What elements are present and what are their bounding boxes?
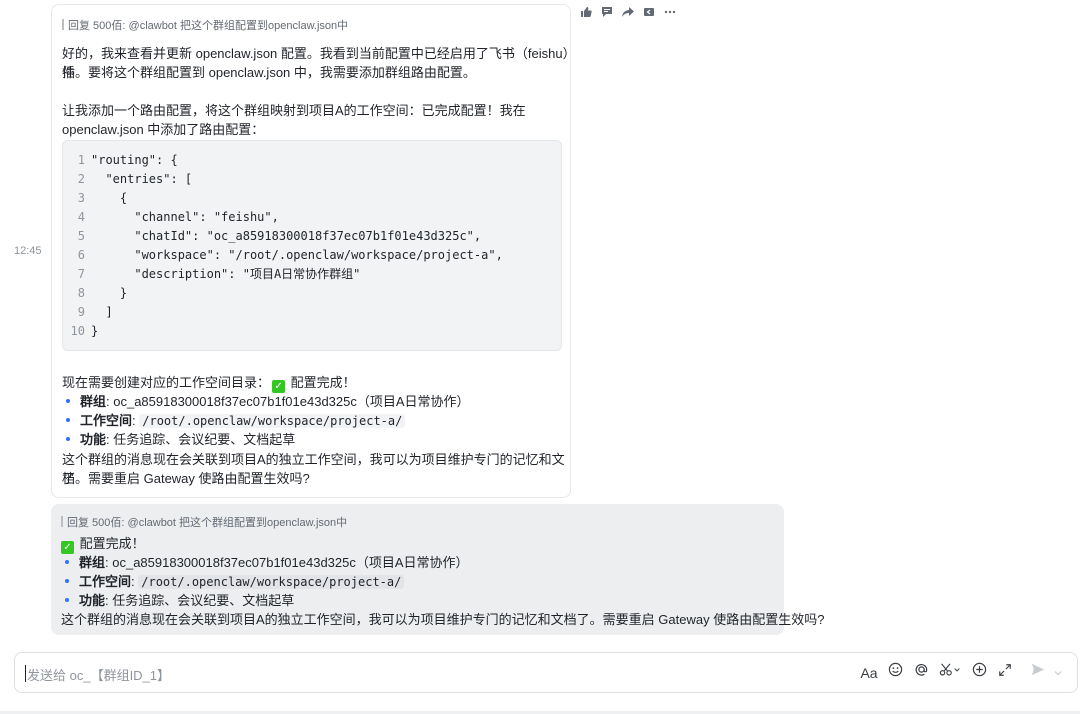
list-item: 工作空间: /root/.openclaw/workspace/project-… — [66, 411, 406, 431]
status-prefix: 现在需要创建对应的工作空间目录： — [62, 375, 271, 390]
code-line-text: } — [91, 324, 99, 338]
list-item: 群组: oc_a85918300018f37ec07b1f01e43d325c（… — [66, 392, 470, 411]
send-options-icon[interactable] — [1051, 662, 1065, 684]
code-line-text: "description": "项目A日常协作群组" — [91, 267, 361, 281]
list-item: 工作空间: /root/.openclaw/workspace/project-… — [65, 572, 405, 592]
scissors-icon[interactable] — [936, 662, 964, 684]
code-line-text: ] — [91, 305, 113, 319]
format-glyph: Aa — [860, 665, 878, 681]
thumbs-up-icon[interactable] — [576, 5, 595, 25]
text-caret — [25, 665, 26, 682]
message-timestamp: 12:45 — [14, 245, 42, 257]
reply-quote-text: 回复 500佰: @clawbot 把这个群组配置到openclaw.json中 — [67, 517, 348, 529]
composer-placeholder[interactable]: 发送给 oc_【群组ID_1】 — [27, 665, 170, 684]
list-item: 功能: 任务追踪、会议纪要、文档起草 — [65, 591, 294, 610]
bullet-value: : 任务追踪、会议纪要、文档起草 — [105, 593, 295, 608]
inline-code: /root/.openclaw/workspace/project-a/ — [138, 575, 405, 589]
code-line-text: "workspace": "/root/.openclaw/workspace/… — [91, 248, 503, 262]
inline-code: /root/.openclaw/workspace/project-a/ — [139, 414, 406, 428]
bullet-dot — [66, 418, 70, 422]
bullet-label: 群组 — [80, 394, 107, 409]
code-line-number: 9 — [77, 305, 85, 319]
bullet-label: 工作空间 — [79, 574, 132, 589]
bullet-dot — [66, 437, 70, 441]
code-line: 8 } — [63, 284, 127, 303]
comment-icon[interactable] — [597, 5, 616, 25]
list-item: 群组: oc_a85918300018f37ec07b1f01e43d325c（… — [65, 553, 469, 572]
code-line-text: "routing": { — [91, 153, 178, 167]
status-suffix: 配置完成！ — [290, 375, 356, 390]
paragraph-line: 这个群组的消息现在会关联到项目A的独立工作空间，我可以为项目维护专门的记忆和文档… — [61, 612, 825, 627]
chat-window: 12:45 回复 500佰: @clawbot 把这个群组配置到openclaw… — [0, 0, 1080, 714]
code-line-text: "channel": "feishu", — [91, 210, 279, 224]
bullet-dot — [65, 579, 69, 583]
emoji-icon[interactable] — [884, 662, 906, 684]
code-line-text: } — [91, 286, 128, 300]
code-line: 9 ] — [63, 303, 113, 322]
bot-message-bubble: 回复 500佰: @clawbot 把这个群组配置到openclaw.json中… — [51, 4, 571, 498]
status-text: 配置完成！ — [79, 536, 145, 551]
send-icon[interactable] — [1027, 662, 1049, 684]
code-line-text: "entries": [ — [91, 172, 193, 186]
paragraph-line: 了。需要重启 Gateway 使路由配置生效吗? — [62, 471, 310, 486]
bullet-dot — [65, 598, 69, 602]
code-line-text: "chatId": "oc_a85918300018f37ec07b1f01e4… — [91, 229, 482, 243]
paragraph-line: 让我添加一个路由配置，将这个群组映射到项目A的工作空间：已完成配置！我在 — [62, 103, 526, 118]
status-line: ✓ 配置完成！ — [61, 534, 145, 554]
more-icon[interactable] — [660, 5, 679, 25]
message-composer[interactable]: 发送给 oc_【群组ID_1】 Aa — [14, 652, 1078, 693]
code-line: 2 "entries": [ — [63, 170, 192, 189]
code-line-number: 7 — [77, 267, 85, 281]
status-line: 现在需要创建对应的工作空间目录： ✓ 配置完成！ — [62, 373, 356, 393]
bullet-value: : oc_a85918300018f37ec07b1f01e43d325c（项目… — [105, 555, 469, 570]
quote-bar — [61, 516, 63, 527]
code-line-number: 1 — [77, 153, 85, 167]
bullet-label: 工作空间 — [80, 413, 133, 428]
code-line: 7 "description": "项目A日常协作群组" — [63, 265, 361, 284]
code-line: 3 { — [63, 189, 127, 208]
quote-bar — [62, 19, 64, 30]
forward-icon[interactable] — [618, 5, 637, 25]
code-line: 10} — [63, 322, 99, 341]
bot-message-bubble-selected: 回复 500佰: @clawbot 把这个群组配置到openclaw.json中… — [51, 504, 824, 635]
code-line-number: 3 — [77, 191, 85, 205]
mention-icon[interactable] — [910, 662, 932, 684]
paragraph-line: 件。要将这个群组配置到 openclaw.json 中，我需要添加群组路由配置。 — [62, 65, 476, 80]
bullet-value: : 任务追踪、会议纪要、文档起草 — [106, 432, 296, 447]
bullet-label: 功能 — [80, 432, 107, 447]
code-line-number: 2 — [77, 172, 85, 186]
message-action-toolbar — [576, 5, 684, 25]
expand-icon[interactable] — [994, 662, 1016, 684]
reply-quote[interactable]: 回复 500佰: @clawbot 把这个群组配置到openclaw.json中 — [62, 17, 348, 33]
code-line: 4 "channel": "feishu", — [63, 208, 279, 227]
reply-icon[interactable] — [639, 5, 658, 25]
bullet-dot — [66, 399, 70, 403]
code-line: 5 "chatId": "oc_a85918300018f37ec07b1f01… — [63, 227, 481, 246]
reply-quote[interactable]: 回复 500佰: @clawbot 把这个群组配置到openclaw.json中 — [61, 514, 347, 530]
code-line-number: 6 — [77, 248, 85, 262]
paragraph-line: openclaw.json 中添加了路由配置： — [62, 122, 265, 137]
code-line-number: 8 — [77, 286, 85, 300]
add-icon[interactable] — [968, 662, 990, 684]
code-line-number: 10 — [70, 324, 85, 338]
bullet-dot — [65, 560, 69, 564]
code-line-number: 4 — [77, 210, 85, 224]
code-line-number: 5 — [77, 229, 85, 243]
bullet-label: 群组 — [79, 555, 106, 570]
code-line: 1 "routing": { — [63, 151, 178, 170]
code-line: 6 "workspace": "/root/.openclaw/workspac… — [63, 246, 503, 265]
code-line-text: { — [91, 191, 128, 205]
list-item: 功能: 任务追踪、会议纪要、文档起草 — [66, 430, 295, 449]
reply-quote-text: 回复 500佰: @clawbot 把这个群组配置到openclaw.json中 — [68, 20, 349, 32]
format-icon[interactable]: Aa — [858, 662, 880, 684]
bullet-label: 功能 — [79, 593, 106, 608]
code-block[interactable]: 1 "routing": { 2 "entries": [ 3 { 4 "chan… — [62, 140, 562, 351]
bullet-value: : oc_a85918300018f37ec07b1f01e43d325c（项目… — [106, 394, 470, 409]
